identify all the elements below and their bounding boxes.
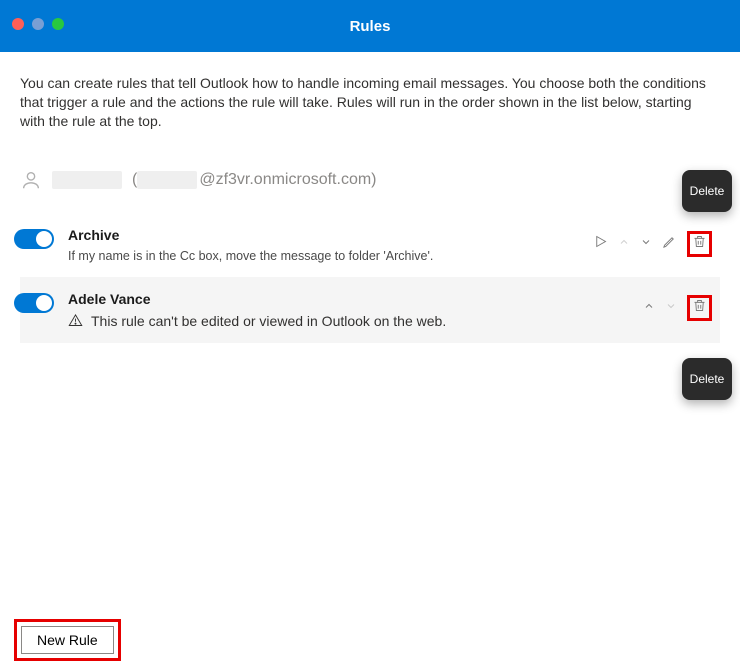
intro-text: You can create rules that tell Outlook h… [20,74,720,131]
delete-highlight [687,231,712,257]
account-email-redacted [137,171,197,189]
move-down-icon[interactable] [665,299,677,317]
move-up-icon[interactable] [643,299,655,317]
run-rule-icon[interactable] [593,234,608,254]
rule-description: If my name is in the Cc box, move the me… [68,249,593,263]
minimize-window-button[interactable] [32,18,44,30]
window-titlebar: Rules [0,0,740,52]
move-up-icon[interactable] [618,235,630,253]
rule-row: Archive If my name is in the Cc box, mov… [20,213,720,277]
rules-list: Archive If my name is in the Cc box, mov… [20,213,720,343]
delete-tooltip: Delete [682,358,732,400]
account-email: (@zf3vr.onmicrosoft.com) [132,171,377,189]
account-row: (@zf3vr.onmicrosoft.com) [20,161,720,209]
window-title: Rules [350,18,391,35]
rule-actions [593,227,716,257]
person-icon [20,169,42,191]
window-controls [12,18,64,30]
delete-rule-icon[interactable] [692,298,707,318]
rule-toggle[interactable] [14,293,54,313]
rule-warning: This rule can't be edited or viewed in O… [68,313,643,329]
new-rule-button[interactable]: New Rule [21,626,114,654]
main-content: You can create rules that tell Outlook h… [0,52,740,343]
close-window-button[interactable] [12,18,24,30]
delete-highlight [687,295,712,321]
account-name-redacted [52,171,122,189]
rule-toggle[interactable] [14,229,54,249]
rule-row: Adele Vance This rule can't be edited or… [20,277,720,343]
warning-icon [68,313,83,328]
rule-name: Adele Vance [68,291,643,307]
edit-rule-icon[interactable] [662,234,677,254]
bottom-bar: New Rule [14,619,121,661]
maximize-window-button[interactable] [52,18,64,30]
rule-name: Archive [68,227,593,243]
delete-rule-icon[interactable] [692,234,707,254]
new-rule-highlight: New Rule [14,619,121,661]
rule-actions [643,291,716,321]
move-down-icon[interactable] [640,235,652,253]
delete-tooltip: Delete [682,170,732,212]
